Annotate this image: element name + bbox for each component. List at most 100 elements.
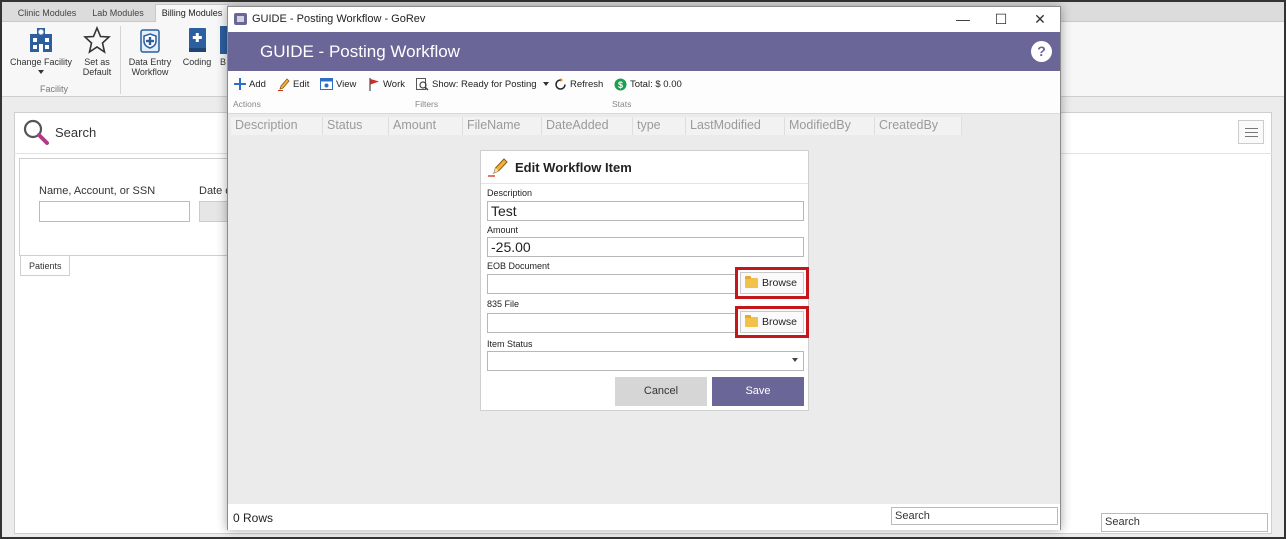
hamburger-menu-button[interactable]: [1238, 120, 1264, 144]
coding-button[interactable]: Coding: [180, 26, 214, 67]
name-account-ssn-label: Name, Account, or SSN: [39, 185, 156, 197]
amount-field[interactable]: -25.00: [487, 237, 804, 257]
filters-group-label: Filters: [415, 99, 439, 109]
column-header-type[interactable]: type: [633, 117, 686, 135]
edit-workflow-item-card: Edit Workflow Item Description Test Amou…: [480, 150, 809, 411]
file-835-label: 835 File: [487, 299, 520, 309]
file-835-browse-highlight: Browse: [735, 306, 809, 338]
card-divider: [481, 183, 808, 184]
shield-clipboard-icon: [140, 29, 160, 53]
total-stat: $ Total: $ 0.00: [614, 77, 682, 93]
tab-clinic-modules[interactable]: Clinic Modules: [12, 5, 82, 22]
workflow-grid: Description Status Amount FileName DateA…: [228, 114, 1060, 504]
set-as-default-label-2: Default: [82, 67, 112, 77]
change-facility-button[interactable]: Change Facility: [8, 26, 74, 74]
column-header-description[interactable]: Description: [231, 117, 323, 135]
window-header: GUIDE - Posting Workflow ?: [228, 32, 1060, 71]
data-entry-label-1: Data Entry: [128, 57, 172, 67]
show-filter-dropdown[interactable]: Show: Ready for Posting: [416, 77, 550, 93]
column-header-createdby[interactable]: CreatedBy: [875, 117, 962, 135]
set-as-default-button[interactable]: Set as Default: [78, 26, 116, 77]
partial-label: B: [219, 57, 226, 67]
browse-label: Browse: [762, 316, 798, 328]
menu-line: [1245, 132, 1258, 133]
flag-icon: [369, 77, 379, 91]
eob-browse-button[interactable]: Browse: [740, 272, 804, 294]
description-field[interactable]: Test: [487, 201, 804, 221]
column-header-dateadded[interactable]: DateAdded: [542, 117, 633, 135]
view-label: View: [336, 79, 357, 90]
add-label: Add: [249, 79, 266, 90]
chevron-down-icon: [792, 358, 798, 362]
edit-button[interactable]: Edit: [278, 77, 309, 93]
file-835-browse-button[interactable]: Browse: [740, 311, 804, 333]
column-header-filename[interactable]: FileName: [463, 117, 542, 135]
date-input[interactable]: [199, 201, 229, 222]
toolbar: Add Edit View Work Show: Ready for Posti…: [228, 71, 1060, 114]
folder-icon: [745, 276, 758, 288]
cancel-button[interactable]: Cancel: [615, 377, 707, 406]
eob-document-field[interactable]: [487, 274, 737, 294]
maximize-button[interactable]: ☐: [982, 7, 1020, 32]
pencil-icon: [278, 78, 290, 91]
window-title: GUIDE - Posting Workflow - GoRev: [252, 13, 426, 25]
show-filter-label: Show: Ready for Posting: [432, 79, 537, 90]
row-count: 0 Rows: [233, 511, 274, 525]
gorev-app-icon: [234, 13, 247, 25]
data-entry-workflow-button[interactable]: Data Entry Workflow: [124, 26, 176, 77]
actions-group-label: Actions: [233, 99, 261, 109]
work-button[interactable]: Work: [369, 77, 405, 93]
plus-icon: [234, 78, 246, 91]
pencil-icon: [488, 158, 508, 177]
column-header-modifiedby[interactable]: ModifiedBy: [785, 117, 875, 135]
date-label: Date of Birth: [199, 185, 229, 197]
star-icon: [83, 26, 111, 54]
facility-group-label: Facility: [40, 84, 69, 94]
help-button[interactable]: ?: [1031, 41, 1052, 62]
set-as-default-label-1: Set as: [84, 57, 110, 67]
name-account-ssn-input[interactable]: [39, 201, 190, 222]
window-footer: 0 Rows Search: [228, 504, 1060, 530]
tab-lab-modules[interactable]: Lab Modules: [86, 5, 150, 22]
description-label: Description: [487, 188, 533, 198]
save-button[interactable]: Save: [712, 377, 804, 406]
hospital-icon: [30, 28, 52, 52]
close-button[interactable]: ✕: [1021, 7, 1059, 32]
stats-group-label: Stats: [612, 99, 632, 109]
eob-document-label: EOB Document: [487, 261, 550, 271]
column-header-lastmodified[interactable]: LastModified: [686, 117, 785, 135]
data-entry-label-2: Workflow: [131, 67, 169, 77]
window-titlebar: GUIDE - Posting Workflow - GoRev — ☐ ✕: [228, 7, 1060, 32]
item-status-select[interactable]: [487, 351, 804, 371]
chevron-down-icon: [38, 70, 44, 74]
column-header-amount[interactable]: Amount: [389, 117, 463, 135]
search-title: Search: [55, 125, 97, 140]
item-status-label: Item Status: [487, 339, 533, 349]
edit-label: Edit: [293, 79, 310, 90]
svg-text:$: $: [618, 80, 623, 90]
book-icon: [189, 28, 206, 52]
column-header-status[interactable]: Status: [323, 117, 389, 135]
view-icon: [320, 78, 333, 91]
grid-search-input[interactable]: Search: [891, 507, 1058, 525]
chevron-down-icon: [543, 82, 550, 87]
view-button[interactable]: View: [320, 77, 356, 93]
eob-browse-highlight: Browse: [735, 267, 809, 299]
grid-header: Description Status Amount FileName DateA…: [231, 117, 962, 135]
tab-billing-modules[interactable]: Billing Modules: [155, 4, 229, 23]
browse-label: Browse: [762, 277, 798, 289]
search-icon: [23, 119, 49, 145]
tab-patients[interactable]: Patients: [20, 256, 70, 276]
refresh-button[interactable]: Refresh: [554, 77, 603, 93]
menu-line: [1245, 136, 1258, 137]
add-button[interactable]: Add: [234, 77, 266, 93]
work-label: Work: [383, 79, 405, 90]
page-title: GUIDE - Posting Workflow: [260, 42, 460, 61]
dollar-coin-icon: $: [614, 78, 627, 91]
file-835-field[interactable]: [487, 313, 737, 333]
amount-label: Amount: [487, 225, 519, 235]
menu-line: [1245, 128, 1258, 129]
minimize-button[interactable]: —: [944, 7, 982, 32]
background-search-input[interactable]: Search: [1101, 513, 1268, 532]
filter-search-icon: [416, 77, 429, 91]
